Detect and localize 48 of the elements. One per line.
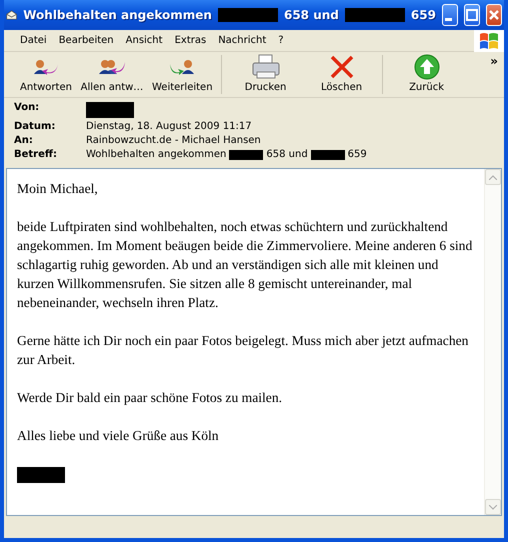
message-paragraph: Alles liebe und viele Grüße aus Köln: [17, 427, 220, 445]
message-paragraph: Moin Michael,: [17, 180, 99, 198]
envelope-icon: [6, 8, 18, 22]
menu-item[interactable]: Extras: [168, 35, 212, 46]
header-label: An:: [14, 135, 34, 146]
delete-icon: [328, 54, 355, 80]
header-value: 658 und: [266, 149, 308, 160]
toolbar-button[interactable]: Weiterleiten: [148, 52, 217, 97]
message-paragraph: Gerne hätte ich Dir noch ein paar Fotos beigelegt. Muss mich aber jetzt aufmachen zur Arbeit.: [17, 332, 470, 369]
printer-icon: [250, 54, 281, 80]
windows-logo-icon: [474, 30, 504, 52]
window-title: Wohlbehalten angekommen: [23, 8, 212, 22]
menu-item[interactable]: Ansicht: [120, 35, 169, 46]
redaction-bar: [310, 150, 345, 160]
header-value: Rainbowzucht.de - Michael Hansen: [86, 135, 261, 146]
header-value: Dienstag, 18. August 2009 11:17: [86, 121, 252, 132]
menu-item[interactable]: ?: [272, 35, 290, 46]
maximize-button[interactable]: [464, 4, 480, 26]
up-caret-icon: [489, 174, 497, 180]
toolbar-button[interactable]: Antworten: [16, 52, 76, 97]
redaction-bar: [17, 466, 65, 483]
menu-item[interactable]: Bearbeiten: [52, 35, 120, 46]
toolbar-button[interactable]: Drucken: [226, 52, 306, 97]
redaction-bar: [218, 8, 278, 22]
maximize-icon: [466, 9, 478, 21]
menu-item[interactable]: Datei: [14, 35, 53, 46]
down-caret-icon: [489, 504, 497, 510]
redaction-bar: [344, 8, 405, 22]
message-paragraph: beide Luftpiraten sind wohlbehalten, noch etwas schüchtern und zurückhaltend angekommen. Im Moment beäugen beide die Zimmervoliere. Meine anderen 6 sind schlagartig ruhig geworden. Ab und an verständigen sich alle mit kleinen und kurzen Willkommensrufen. Sie sitzen alle 8 gemischt untereinander, mal nebeneinander, wechseln ihren Platz.: [17, 218, 474, 312]
redaction-bar: [229, 150, 264, 160]
toolbar-button[interactable]: Zurück: [386, 52, 467, 97]
redaction-bar: [86, 102, 134, 118]
header-label: Von:: [14, 102, 40, 115]
toolbar-overflow-button[interactable]: »: [490, 54, 498, 68]
minimize-button[interactable]: [442, 4, 458, 26]
header-value: Wohlbehalten angekommen: [86, 149, 226, 160]
window-title: 658 und: [284, 8, 339, 22]
header-label: Betreff:: [14, 149, 58, 160]
header-value: 659: [348, 149, 367, 160]
toolbar-button[interactable]: Allen antw…: [76, 52, 148, 97]
window-title: 659: [410, 8, 436, 22]
close-button[interactable]: [486, 4, 502, 26]
message-paragraph: Werde Dir bald ein paar schöne Fotos zu mailen.: [17, 389, 284, 407]
close-icon: [488, 9, 500, 21]
menu-item[interactable]: Nachricht: [212, 35, 272, 46]
minimize-icon: [444, 18, 452, 20]
header-label: Datum:: [14, 121, 56, 132]
toolbar-button[interactable]: Löschen: [306, 52, 378, 97]
